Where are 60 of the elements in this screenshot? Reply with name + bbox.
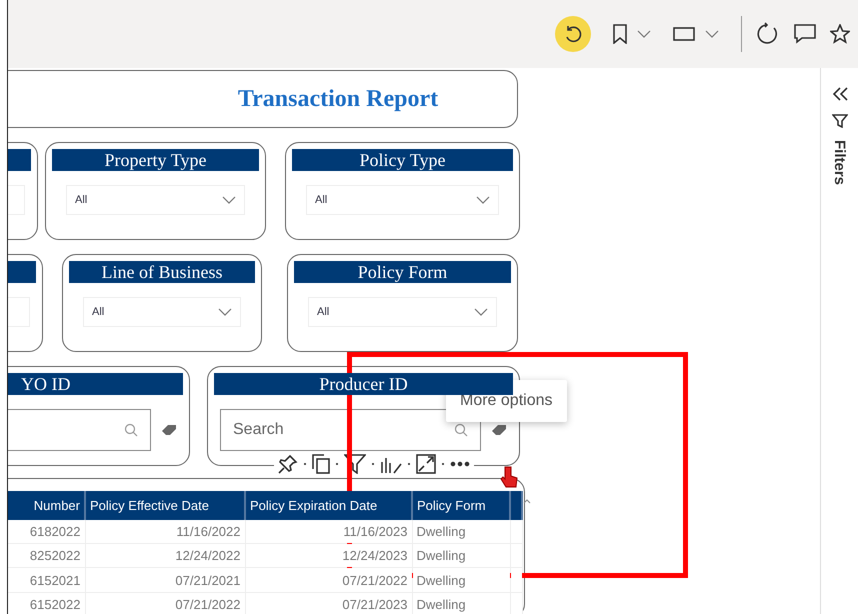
- scroll-up-icon[interactable]: [523, 499, 531, 504]
- table-cell: 11/16/2022: [85, 520, 245, 544]
- dropdown-field[interactable]: All: [83, 297, 241, 327]
- table-cell: Dwelling: [412, 592, 510, 614]
- chevron-down-icon[interactable]: [222, 196, 236, 204]
- table-cell: Dwelling: [412, 568, 510, 592]
- filter-icon: [832, 114, 848, 128]
- slicer-header: Policy Type: [292, 149, 513, 171]
- table-cell: 07/21/2022: [85, 592, 245, 614]
- copy-icon[interactable]: [312, 454, 330, 474]
- star-icon[interactable]: [830, 24, 850, 44]
- slicer-header: Producer ID: [214, 373, 513, 395]
- chevron-down-icon[interactable]: [637, 30, 651, 38]
- search-field[interactable]: [8, 409, 151, 451]
- cursor-hand-icon: [500, 466, 518, 488]
- refresh-icon[interactable]: [756, 22, 780, 46]
- bookmark-icon[interactable]: [613, 24, 627, 44]
- undo-button[interactable]: [555, 16, 591, 52]
- collapse-icon[interactable]: [830, 86, 848, 102]
- filters-label[interactable]: Filters: [831, 140, 848, 186]
- table-cell: 07/21/2023: [245, 592, 412, 614]
- column-header[interactable]: Policy Form: [412, 491, 510, 520]
- search-icon[interactable]: [454, 423, 468, 437]
- search-field[interactable]: Search: [220, 409, 481, 451]
- table-cell: 07/21/2022: [245, 568, 412, 592]
- table-cell: Dwelling: [412, 520, 510, 544]
- chevron-down-icon[interactable]: [218, 308, 232, 316]
- pin-icon[interactable]: [278, 454, 298, 474]
- table-cell: 8252022: [8, 544, 85, 568]
- table-cell: Dwelling: [412, 544, 510, 568]
- search-icon[interactable]: [124, 423, 138, 437]
- report-title: Transaction Report: [238, 86, 438, 112]
- table-cell: 6182022: [8, 520, 85, 544]
- comment-icon[interactable]: [794, 24, 816, 44]
- slicer-header: Policy Form: [294, 261, 511, 283]
- column-header[interactable]: Policy Effective Date: [85, 491, 245, 520]
- eraser-icon[interactable]: [161, 424, 177, 436]
- search-input[interactable]: Search: [233, 421, 353, 439]
- filter-icon[interactable]: [344, 454, 366, 474]
- table-cell: 07/21/2021: [85, 568, 245, 592]
- chevron-down-icon[interactable]: [705, 30, 719, 38]
- column-header[interactable]: Number: [8, 491, 85, 520]
- dropdown-field[interactable]: All: [308, 297, 497, 327]
- more-options-icon[interactable]: [450, 461, 470, 467]
- slicer-header: Line of Business: [69, 261, 255, 283]
- rectangle-icon[interactable]: [673, 26, 695, 42]
- dropdown-field[interactable]: All: [306, 185, 499, 215]
- slicer-header: YO ID: [8, 373, 183, 395]
- chevron-down-icon[interactable]: [476, 196, 490, 204]
- column-header[interactable]: Policy Expiration Date: [245, 491, 412, 520]
- table-cell: 6152021: [8, 568, 85, 592]
- eraser-icon[interactable]: [491, 424, 507, 436]
- dropdown-field[interactable]: All: [66, 185, 245, 215]
- chevron-down-icon[interactable]: [474, 308, 488, 316]
- expand-icon[interactable]: [416, 454, 436, 474]
- table-cell: 12/24/2023: [245, 544, 412, 568]
- table-cell: 11/16/2023: [245, 520, 412, 544]
- slicer-header: Property Type: [52, 149, 259, 171]
- table-cell: 12/24/2022: [85, 544, 245, 568]
- table-cell: 6152022: [8, 592, 85, 614]
